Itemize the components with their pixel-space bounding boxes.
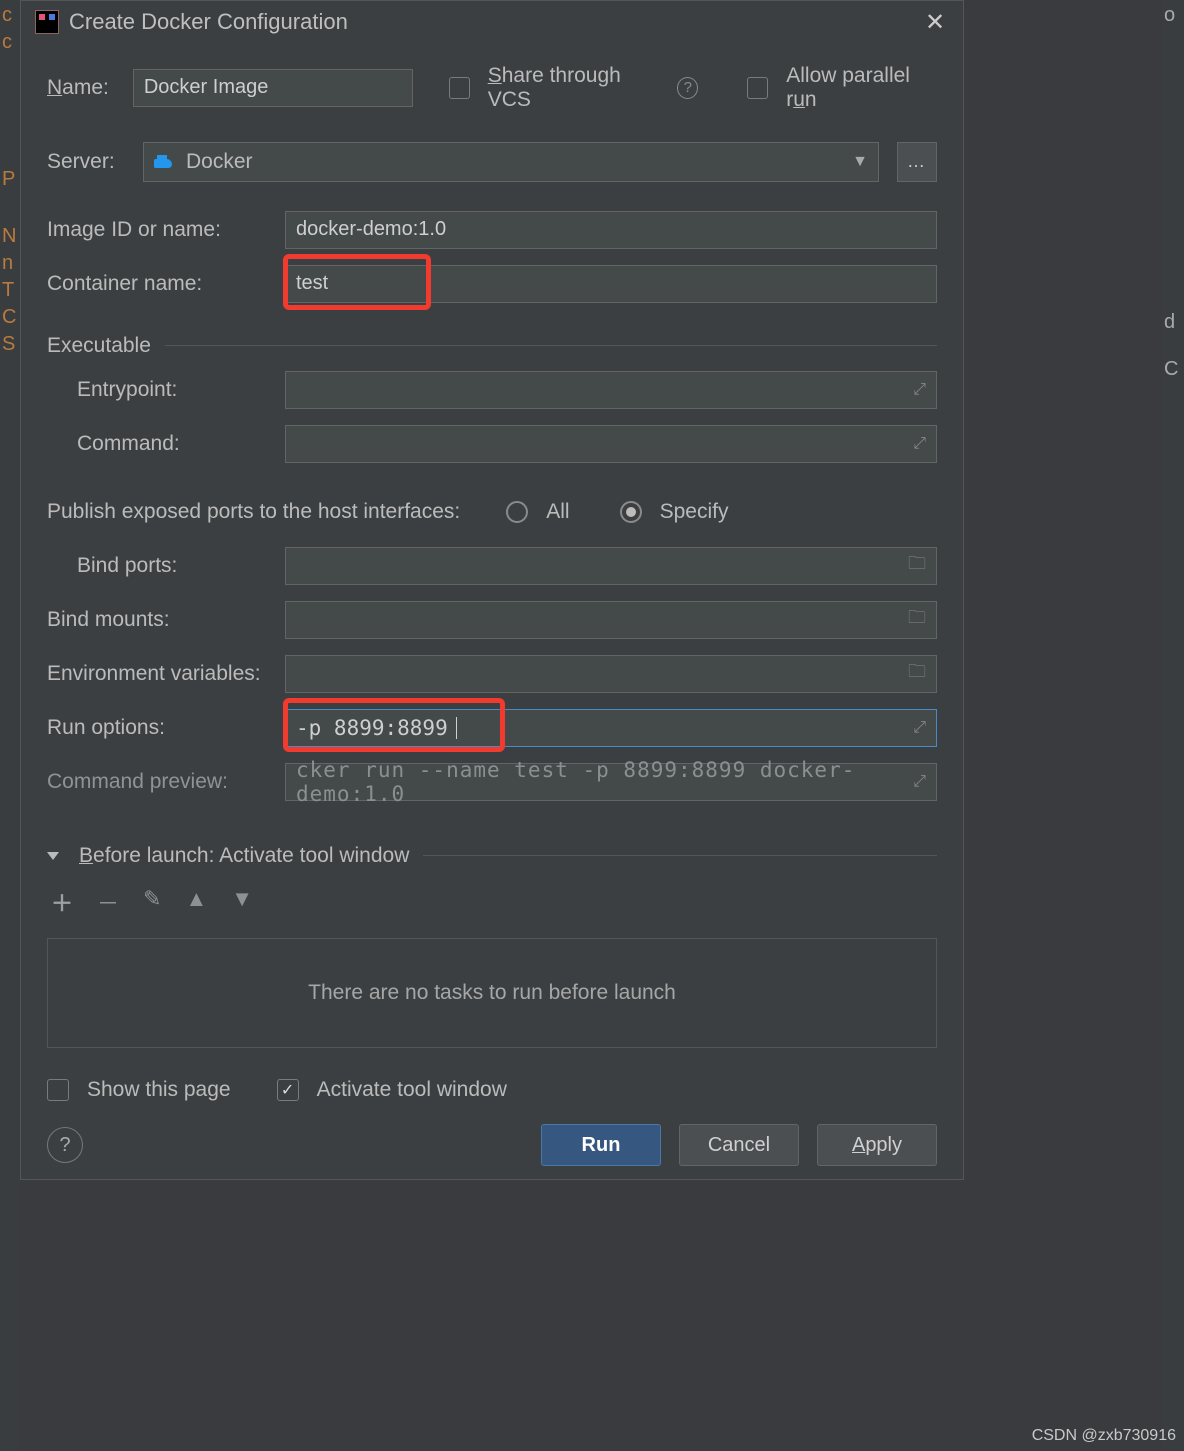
run-button[interactable]: Run bbox=[541, 1124, 661, 1166]
bind-mounts-input[interactable]: 🗀 bbox=[285, 601, 937, 639]
folder-icon[interactable]: 🗀 bbox=[908, 551, 926, 581]
close-icon[interactable]: ✕ bbox=[921, 8, 949, 36]
name-label: Name: bbox=[47, 76, 115, 100]
intellij-icon bbox=[35, 10, 59, 34]
server-value: Docker bbox=[186, 150, 253, 174]
publish-all-label: All bbox=[546, 500, 569, 524]
publish-specify-radio[interactable] bbox=[620, 501, 642, 523]
server-dropdown[interactable]: Docker ▼ bbox=[143, 142, 879, 182]
name-input[interactable] bbox=[133, 69, 413, 107]
edit-task-icon[interactable]: ✎ bbox=[143, 886, 161, 918]
share-vcs-checkbox[interactable] bbox=[449, 77, 470, 99]
editor-left-gutter: ccP NnTCS bbox=[0, 0, 20, 1451]
bind-ports-label: Bind ports: bbox=[47, 554, 267, 578]
dialog-title: Create Docker Configuration bbox=[69, 9, 348, 35]
container-name-input[interactable] bbox=[285, 265, 937, 303]
env-vars-label: Environment variables: bbox=[47, 662, 267, 686]
executable-section: Executable bbox=[47, 334, 937, 358]
server-browse-button[interactable]: … bbox=[897, 142, 937, 182]
expand-icon[interactable]: ⤢ bbox=[913, 381, 926, 399]
apply-button[interactable]: Apply bbox=[817, 1124, 937, 1166]
entrypoint-input[interactable]: ⤢ bbox=[285, 371, 937, 409]
command-input[interactable]: ⤢ bbox=[285, 425, 937, 463]
move-up-icon[interactable]: ▲ bbox=[185, 886, 207, 918]
share-help-icon[interactable]: ? bbox=[677, 77, 698, 99]
publish-ports-label: Publish exposed ports to the host interf… bbox=[47, 500, 460, 524]
expand-icon[interactable]: ⤢ bbox=[913, 773, 926, 791]
server-label: Server: bbox=[47, 150, 125, 174]
image-id-input[interactable] bbox=[285, 211, 937, 249]
allow-parallel-label: Allow parallel run bbox=[786, 64, 937, 112]
help-button[interactable]: ? bbox=[47, 1127, 83, 1163]
folder-icon[interactable]: 🗀 bbox=[908, 659, 926, 689]
expand-icon[interactable]: ⤢ bbox=[913, 719, 926, 737]
cancel-button[interactable]: Cancel bbox=[679, 1124, 799, 1166]
watermark: CSDN @zxb730916 bbox=[1032, 1427, 1176, 1445]
show-page-label: Show this page bbox=[87, 1078, 231, 1102]
run-options-label: Run options: bbox=[47, 716, 267, 740]
show-page-checkbox[interactable] bbox=[47, 1079, 69, 1101]
env-vars-input[interactable]: 🗀 bbox=[285, 655, 937, 693]
folder-icon[interactable]: 🗀 bbox=[908, 605, 926, 635]
add-task-icon[interactable]: ＋ bbox=[51, 886, 73, 918]
create-docker-config-dialog: Create Docker Configuration ✕ Name: Shar… bbox=[20, 0, 964, 1180]
before-launch-section[interactable]: Before launch: Activate tool window bbox=[47, 844, 937, 868]
publish-all-radio[interactable] bbox=[506, 501, 528, 523]
bind-ports-input[interactable]: 🗀 bbox=[285, 547, 937, 585]
expand-icon[interactable]: ⤢ bbox=[913, 435, 926, 453]
activate-tool-checkbox[interactable] bbox=[277, 1079, 299, 1101]
move-down-icon[interactable]: ▼ bbox=[231, 886, 253, 918]
command-preview: cker run --name test -p 8899:8899 docker… bbox=[285, 763, 937, 801]
editor-right-gutter: odC bbox=[1162, 0, 1184, 1451]
image-id-label: Image ID or name: bbox=[47, 218, 267, 242]
share-vcs-label: Share through VCS bbox=[488, 64, 660, 112]
disclosure-icon[interactable] bbox=[47, 852, 59, 860]
command-label: Command: bbox=[47, 432, 267, 456]
command-preview-label: Command preview: bbox=[47, 770, 267, 794]
bind-mounts-label: Bind mounts: bbox=[47, 608, 267, 632]
before-launch-toolbar: ＋ － ✎ ▲ ▼ bbox=[47, 878, 937, 924]
dialog-footer: ? Run Cancel Apply bbox=[21, 1112, 963, 1179]
before-launch-tasks: There are no tasks to run before launch bbox=[47, 938, 937, 1048]
remove-task-icon[interactable]: － bbox=[97, 886, 119, 918]
run-options-input[interactable]: -p 8899:8899 ⤢ bbox=[285, 709, 937, 747]
chevron-down-icon: ▼ bbox=[852, 153, 868, 171]
publish-specify-label: Specify bbox=[660, 500, 729, 524]
activate-tool-label: Activate tool window bbox=[317, 1078, 507, 1102]
container-name-label: Container name: bbox=[47, 272, 267, 296]
docker-icon bbox=[154, 153, 176, 171]
allow-parallel-checkbox[interactable] bbox=[747, 77, 768, 99]
entrypoint-label: Entrypoint: bbox=[47, 378, 267, 402]
titlebar: Create Docker Configuration ✕ bbox=[21, 1, 963, 44]
